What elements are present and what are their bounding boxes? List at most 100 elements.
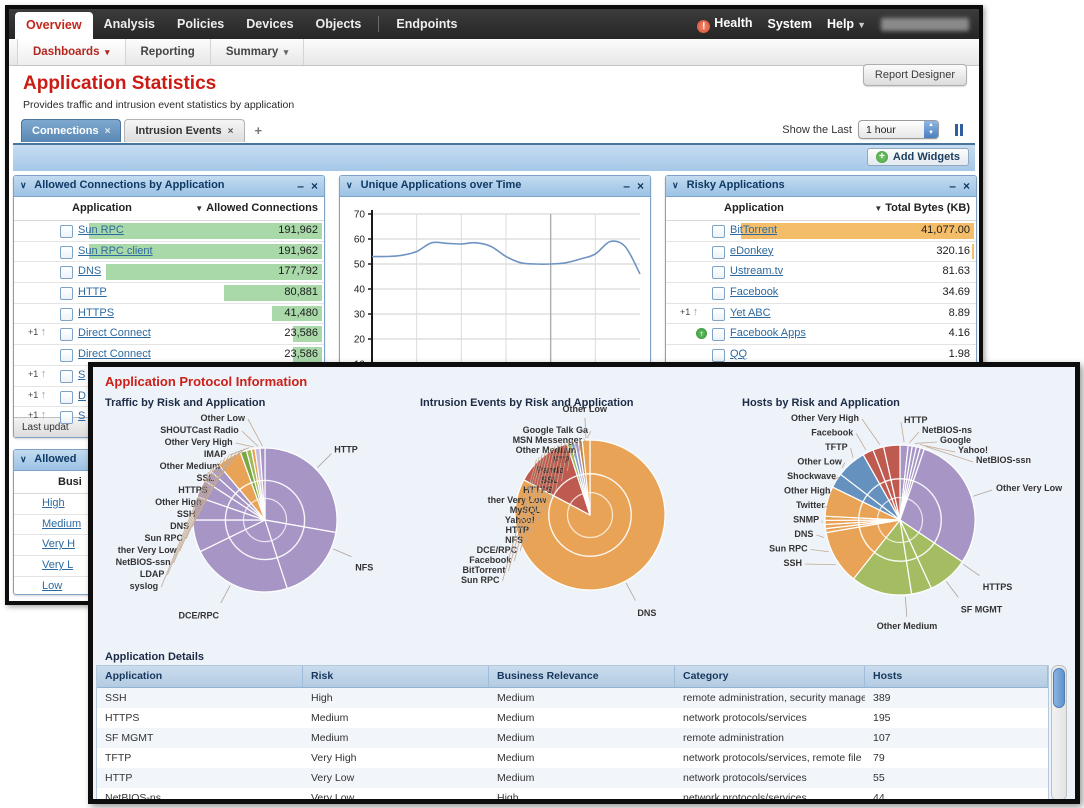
row-checkbox[interactable] <box>60 287 73 300</box>
business-relevance-link[interactable]: Very H <box>42 538 75 550</box>
row-checkbox[interactable] <box>60 225 73 238</box>
row-checkbox[interactable] <box>60 246 73 259</box>
business-relevance-link[interactable]: Low <box>42 580 62 592</box>
table-scrollbar[interactable] <box>1051 665 1067 801</box>
row-checkbox[interactable] <box>60 370 73 383</box>
row-value: 23,586 <box>284 348 318 360</box>
add-tab-button[interactable]: + <box>248 119 270 142</box>
nav-tab-devices[interactable]: Devices <box>235 9 304 39</box>
widget-header[interactable]: ∨ Unique Applications over Time –× <box>340 176 650 197</box>
details-cell: Very Low <box>303 772 489 784</box>
row-value: 177,792 <box>278 265 318 277</box>
application-link[interactable]: Facebook Apps <box>730 327 806 339</box>
time-range-select[interactable]: 1 hour ▲▼ <box>858 120 939 139</box>
nav-tab-objects[interactable]: Objects <box>305 9 373 39</box>
details-col-risk[interactable]: Risk <box>303 666 489 687</box>
row-checkbox[interactable] <box>60 328 73 341</box>
details-cell: SF MGMT <box>97 732 303 744</box>
application-link[interactable]: Ustream.tv <box>730 265 783 277</box>
details-cell: 389 <box>865 692 1048 704</box>
row-checkbox[interactable] <box>60 308 73 321</box>
scrollbar-thumb[interactable] <box>1053 668 1065 708</box>
row-checkbox[interactable] <box>60 391 73 404</box>
subnav-item-summary[interactable]: Summary ▾ <box>211 39 304 65</box>
close-icon[interactable]: × <box>637 179 644 193</box>
tab-connections[interactable]: Connections× <box>21 119 121 142</box>
system-menu[interactable]: System <box>768 17 812 31</box>
sort-desc-icon[interactable]: ▼ <box>874 204 882 213</box>
application-link[interactable]: Sun RPC <box>78 224 124 236</box>
row-checkbox[interactable] <box>712 349 725 362</box>
application-link[interactable]: Direct Connect <box>78 327 151 339</box>
application-link[interactable]: Facebook <box>730 286 778 298</box>
row-checkbox[interactable] <box>60 411 73 424</box>
subnav-item-reporting[interactable]: Reporting <box>126 39 211 65</box>
close-icon[interactable]: × <box>105 126 111 137</box>
nav-tab-endpoints[interactable]: Endpoints <box>385 9 468 39</box>
chevron-down-icon[interactable]: ∨ <box>346 180 353 190</box>
row-checkbox[interactable] <box>712 246 725 259</box>
row-checkbox[interactable] <box>712 266 725 279</box>
row-checkbox[interactable] <box>60 349 73 362</box>
close-icon[interactable]: × <box>311 179 318 193</box>
chevron-down-icon[interactable]: ∨ <box>20 454 27 464</box>
show-last-label: Show the Last <box>782 124 852 136</box>
details-cell: remote administration, security manageme… <box>675 692 865 704</box>
row-checkbox[interactable] <box>712 308 725 321</box>
application-link[interactable]: QQ <box>730 348 747 360</box>
details-cell: Medium <box>303 712 489 724</box>
details-cell: Very Low <box>303 792 489 804</box>
application-link[interactable]: S <box>78 410 85 422</box>
report-designer-button[interactable]: Report Designer <box>863 64 967 86</box>
business-relevance-link[interactable]: High <box>42 497 65 509</box>
minimize-icon[interactable]: – <box>949 179 956 193</box>
allowed-connections-row: HTTPS41,480 <box>14 303 324 324</box>
row-checkbox[interactable] <box>712 328 725 341</box>
svg-text:HTTP: HTTP <box>334 445 358 455</box>
application-link[interactable]: S <box>78 369 85 381</box>
row-checkbox[interactable] <box>712 225 725 238</box>
widget-header[interactable]: ∨ Allowed Connections by Application –× <box>14 176 324 197</box>
details-cell: remote administration <box>675 732 865 744</box>
application-details-table: ApplicationRiskBusiness RelevanceCategor… <box>96 665 1049 804</box>
nav-tab-analysis[interactable]: Analysis <box>93 9 166 39</box>
application-link[interactable]: HTTPS <box>78 307 114 319</box>
application-link[interactable]: BitTorrent <box>730 224 777 236</box>
row-checkbox[interactable] <box>60 266 73 279</box>
svg-text:Google: Google <box>940 435 971 445</box>
application-link[interactable]: Direct Connect <box>78 348 151 360</box>
health-menu[interactable]: !Health <box>697 16 752 33</box>
business-relevance-link[interactable]: Very L <box>42 559 73 571</box>
widget-header[interactable]: ∨ Risky Applications –× <box>666 176 976 197</box>
details-cell: Medium <box>303 732 489 744</box>
chevron-down-icon[interactable]: ∨ <box>20 180 27 190</box>
svg-text:Yahoo!: Yahoo! <box>958 445 988 455</box>
close-icon[interactable]: × <box>228 126 234 137</box>
nav-tab-policies[interactable]: Policies <box>166 9 235 39</box>
close-icon[interactable]: × <box>963 179 970 193</box>
application-link[interactable]: Yet ABC <box>730 307 771 319</box>
application-link[interactable]: DNS <box>78 265 101 277</box>
add-widgets-button[interactable]: + Add Widgets <box>867 148 969 166</box>
application-link[interactable]: D <box>78 390 86 402</box>
time-range-control: Show the Last 1 hour ▲▼ <box>782 120 939 139</box>
row-checkbox[interactable] <box>712 287 725 300</box>
minimize-icon[interactable]: – <box>297 179 304 193</box>
username-redacted[interactable] <box>881 18 969 31</box>
details-col-business-relevance[interactable]: Business Relevance <box>489 666 675 687</box>
help-menu[interactable]: Help▼ <box>827 17 866 31</box>
pause-button[interactable] <box>955 123 967 135</box>
chevron-down-icon[interactable]: ∨ <box>672 180 679 190</box>
application-link[interactable]: HTTP <box>78 286 107 298</box>
application-link[interactable]: Sun RPC client <box>78 245 153 257</box>
application-link[interactable]: eDonkey <box>730 245 773 257</box>
details-col-category[interactable]: Category <box>675 666 865 687</box>
subnav-item-dashboards[interactable]: Dashboards ▾ <box>17 39 126 65</box>
tab-intrusion-events[interactable]: Intrusion Events× <box>124 119 244 142</box>
details-col-hosts[interactable]: Hosts <box>865 666 1048 687</box>
sort-desc-icon[interactable]: ▼ <box>195 204 203 213</box>
minimize-icon[interactable]: – <box>623 179 630 193</box>
details-col-application[interactable]: Application <box>97 666 303 687</box>
nav-tab-overview[interactable]: Overview <box>15 12 93 39</box>
business-relevance-link[interactable]: Medium <box>42 518 81 530</box>
